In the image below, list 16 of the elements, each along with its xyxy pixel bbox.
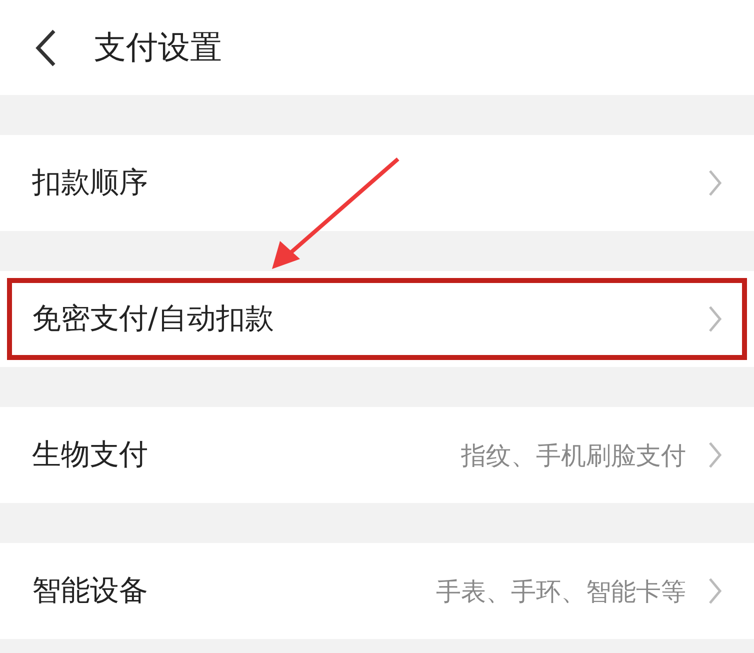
row-value: 手表、手环、智能卡等 [436, 576, 686, 608]
settings-row[interactable]: 免密支付/自动扣款 [0, 271, 754, 367]
row-label: 扣款顺序 [32, 164, 149, 201]
chevron-icon [708, 169, 722, 197]
page-title: 支付设置 [94, 26, 222, 68]
back-icon[interactable] [34, 28, 58, 68]
row-label: 智能设备 [32, 572, 149, 609]
chevron-icon [708, 305, 722, 333]
settings-row[interactable]: 扣款顺序 [0, 135, 754, 231]
row-label: 生物支付 [32, 436, 149, 473]
settings-row[interactable]: 生物支付 指纹、手机刷脸支付 [0, 407, 754, 503]
row-label: 免密支付/自动扣款 [32, 300, 275, 337]
chevron-icon [708, 577, 722, 605]
row-value: 指纹、手机刷脸支付 [461, 440, 686, 472]
settings-row[interactable]: 智能设备 手表、手环、智能卡等 [0, 543, 754, 639]
chevron-icon [708, 441, 722, 469]
